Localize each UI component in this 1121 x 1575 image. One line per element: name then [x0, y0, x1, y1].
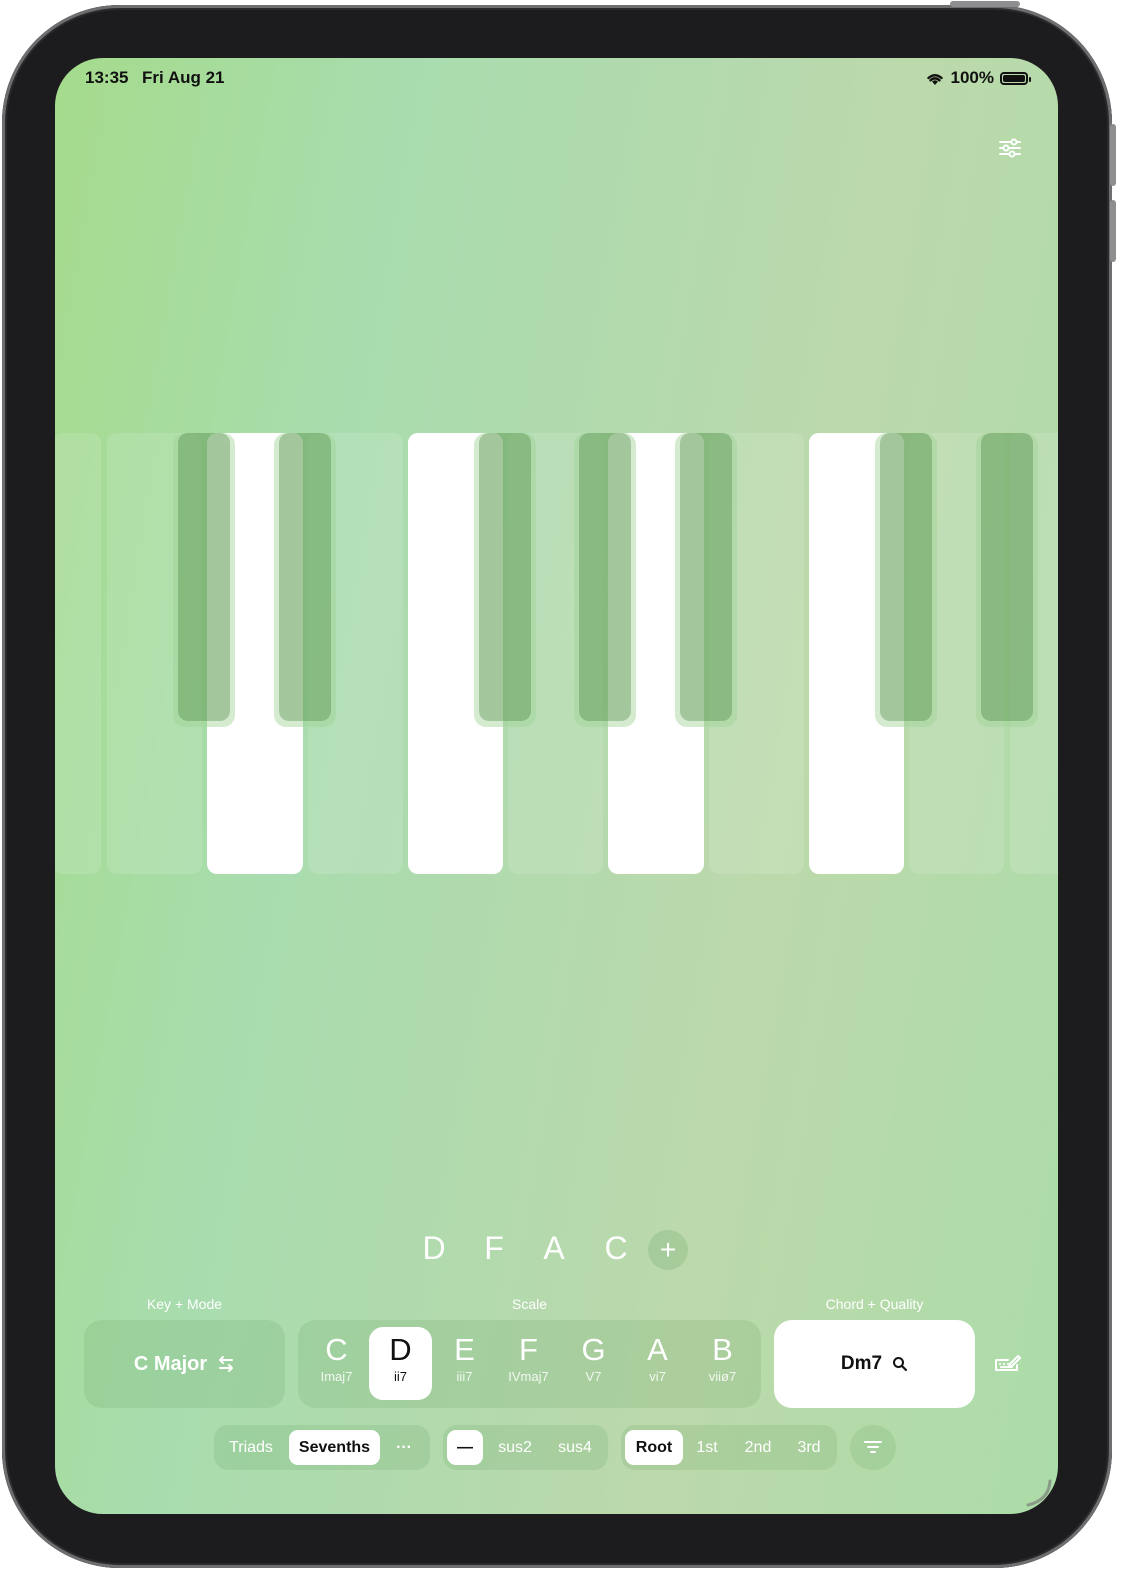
- piano-black-key[interactable]: [579, 433, 631, 721]
- pencil-keyboard-icon[interactable]: [993, 1351, 1021, 1375]
- piano-keyboard[interactable]: [55, 433, 1058, 875]
- scale-degree-g[interactable]: G V7: [562, 1327, 625, 1400]
- scale-degree-d-selected[interactable]: D ii7: [369, 1327, 432, 1400]
- resize-corner-indicator: [1026, 1479, 1052, 1507]
- degree-note: F: [519, 1332, 538, 1367]
- inversion-segmented: Root 1st 2nd 3rd: [621, 1425, 837, 1470]
- search-icon: [893, 1357, 908, 1372]
- chord-note[interactable]: F: [474, 1230, 514, 1267]
- piano-white-key-a-upper: [637, 433, 675, 733]
- degree-note: G: [581, 1332, 606, 1367]
- segment-sus4[interactable]: sus4: [549, 1430, 601, 1465]
- scale-degree-b[interactable]: B viiø7: [691, 1327, 754, 1400]
- segment-3rd[interactable]: 3rd: [787, 1430, 831, 1465]
- battery-percent: 100%: [950, 68, 994, 87]
- degree-roman: iii7: [456, 1369, 473, 1384]
- piano-black-key[interactable]: [680, 433, 732, 721]
- piano-white-key-d-upper: [236, 433, 274, 733]
- chord-note[interactable]: C: [596, 1230, 636, 1267]
- segment-more[interactable]: ···: [384, 1430, 424, 1465]
- degree-note: D: [389, 1332, 412, 1367]
- piano-white-key-c-upper: [809, 433, 875, 733]
- key-mode-button[interactable]: C Major: [84, 1320, 285, 1408]
- degree-roman: Imaj7: [320, 1369, 353, 1384]
- suspension-segmented: — sus2 sus4: [443, 1425, 608, 1470]
- degree-roman: vi7: [649, 1369, 666, 1384]
- add-note-button[interactable]: +: [648, 1230, 688, 1270]
- scale-degree-a[interactable]: A vi7: [626, 1327, 689, 1400]
- piano-black-key[interactable]: [178, 433, 230, 721]
- segment-root[interactable]: Root: [625, 1430, 683, 1465]
- chord-quality-caption: Chord + Quality: [825, 1296, 924, 1312]
- piano-black-key[interactable]: [479, 433, 531, 721]
- app-screen: 13:35 Fri Aug 21 100% D F A C + Key + Mo…: [55, 58, 1058, 1514]
- scale-caption: Scale: [511, 1296, 548, 1312]
- chord-quality-value: Dm7: [840, 1353, 883, 1374]
- filter-lines-icon: [864, 1441, 882, 1453]
- swap-arrows-icon: [219, 1356, 234, 1372]
- segment-1st[interactable]: 1st: [687, 1430, 727, 1465]
- segment-none[interactable]: —: [447, 1430, 483, 1465]
- volume-down-button: [1110, 200, 1116, 262]
- piano-white-key-f-upper: [408, 433, 474, 733]
- filter-button[interactable]: [850, 1425, 896, 1470]
- segment-sus2[interactable]: sus2: [489, 1430, 541, 1465]
- degree-note: B: [712, 1332, 733, 1367]
- scale-selector: C Imaj7 D ii7 E iii7 F IVmaj7 G V7 A vi7…: [298, 1320, 761, 1408]
- chord-note[interactable]: D: [414, 1230, 454, 1267]
- wifi-icon: [926, 73, 943, 85]
- status-right: 100%: [925, 68, 1031, 88]
- top-button: [950, 1, 1020, 7]
- volume-up-button: [1110, 124, 1116, 186]
- degree-note: E: [454, 1332, 475, 1367]
- status-time: 13:35: [85, 68, 129, 87]
- degree-roman: ii7: [393, 1369, 407, 1384]
- degree-note: A: [647, 1332, 668, 1367]
- degree-roman: V7: [585, 1369, 602, 1384]
- chord-quality-button[interactable]: Dm7: [774, 1320, 975, 1408]
- key-mode-value: C Major: [133, 1352, 208, 1375]
- degree-note: C: [325, 1332, 348, 1367]
- segment-sevenths[interactable]: Sevenths: [289, 1430, 380, 1465]
- chord-type-segmented: Triads Sevenths ···: [214, 1425, 430, 1470]
- degree-roman: IVmaj7: [508, 1369, 549, 1384]
- piano-black-key[interactable]: [981, 433, 1033, 721]
- scale-degree-e[interactable]: E iii7: [433, 1327, 496, 1400]
- key-mode-caption: Key + Mode: [146, 1296, 223, 1312]
- sliders-icon[interactable]: [995, 136, 1025, 160]
- chord-note[interactable]: A: [534, 1230, 574, 1267]
- battery-icon: [1000, 71, 1031, 85]
- chord-notes-row: D F A C +: [55, 1230, 1058, 1274]
- piano-black-key[interactable]: [279, 433, 331, 721]
- piano-black-key[interactable]: [880, 433, 932, 721]
- piano-white-key[interactable]: [55, 433, 101, 874]
- scale-degree-f[interactable]: F IVmaj7: [497, 1327, 560, 1400]
- degree-roman: viiø7: [708, 1369, 737, 1384]
- status-date: Fri Aug 21: [142, 68, 225, 87]
- segment-2nd[interactable]: 2nd: [734, 1430, 782, 1465]
- scale-degree-c[interactable]: C Imaj7: [305, 1327, 368, 1400]
- segment-triads[interactable]: Triads: [220, 1430, 282, 1465]
- status-bar: 13:35 Fri Aug 21 100%: [85, 68, 1031, 90]
